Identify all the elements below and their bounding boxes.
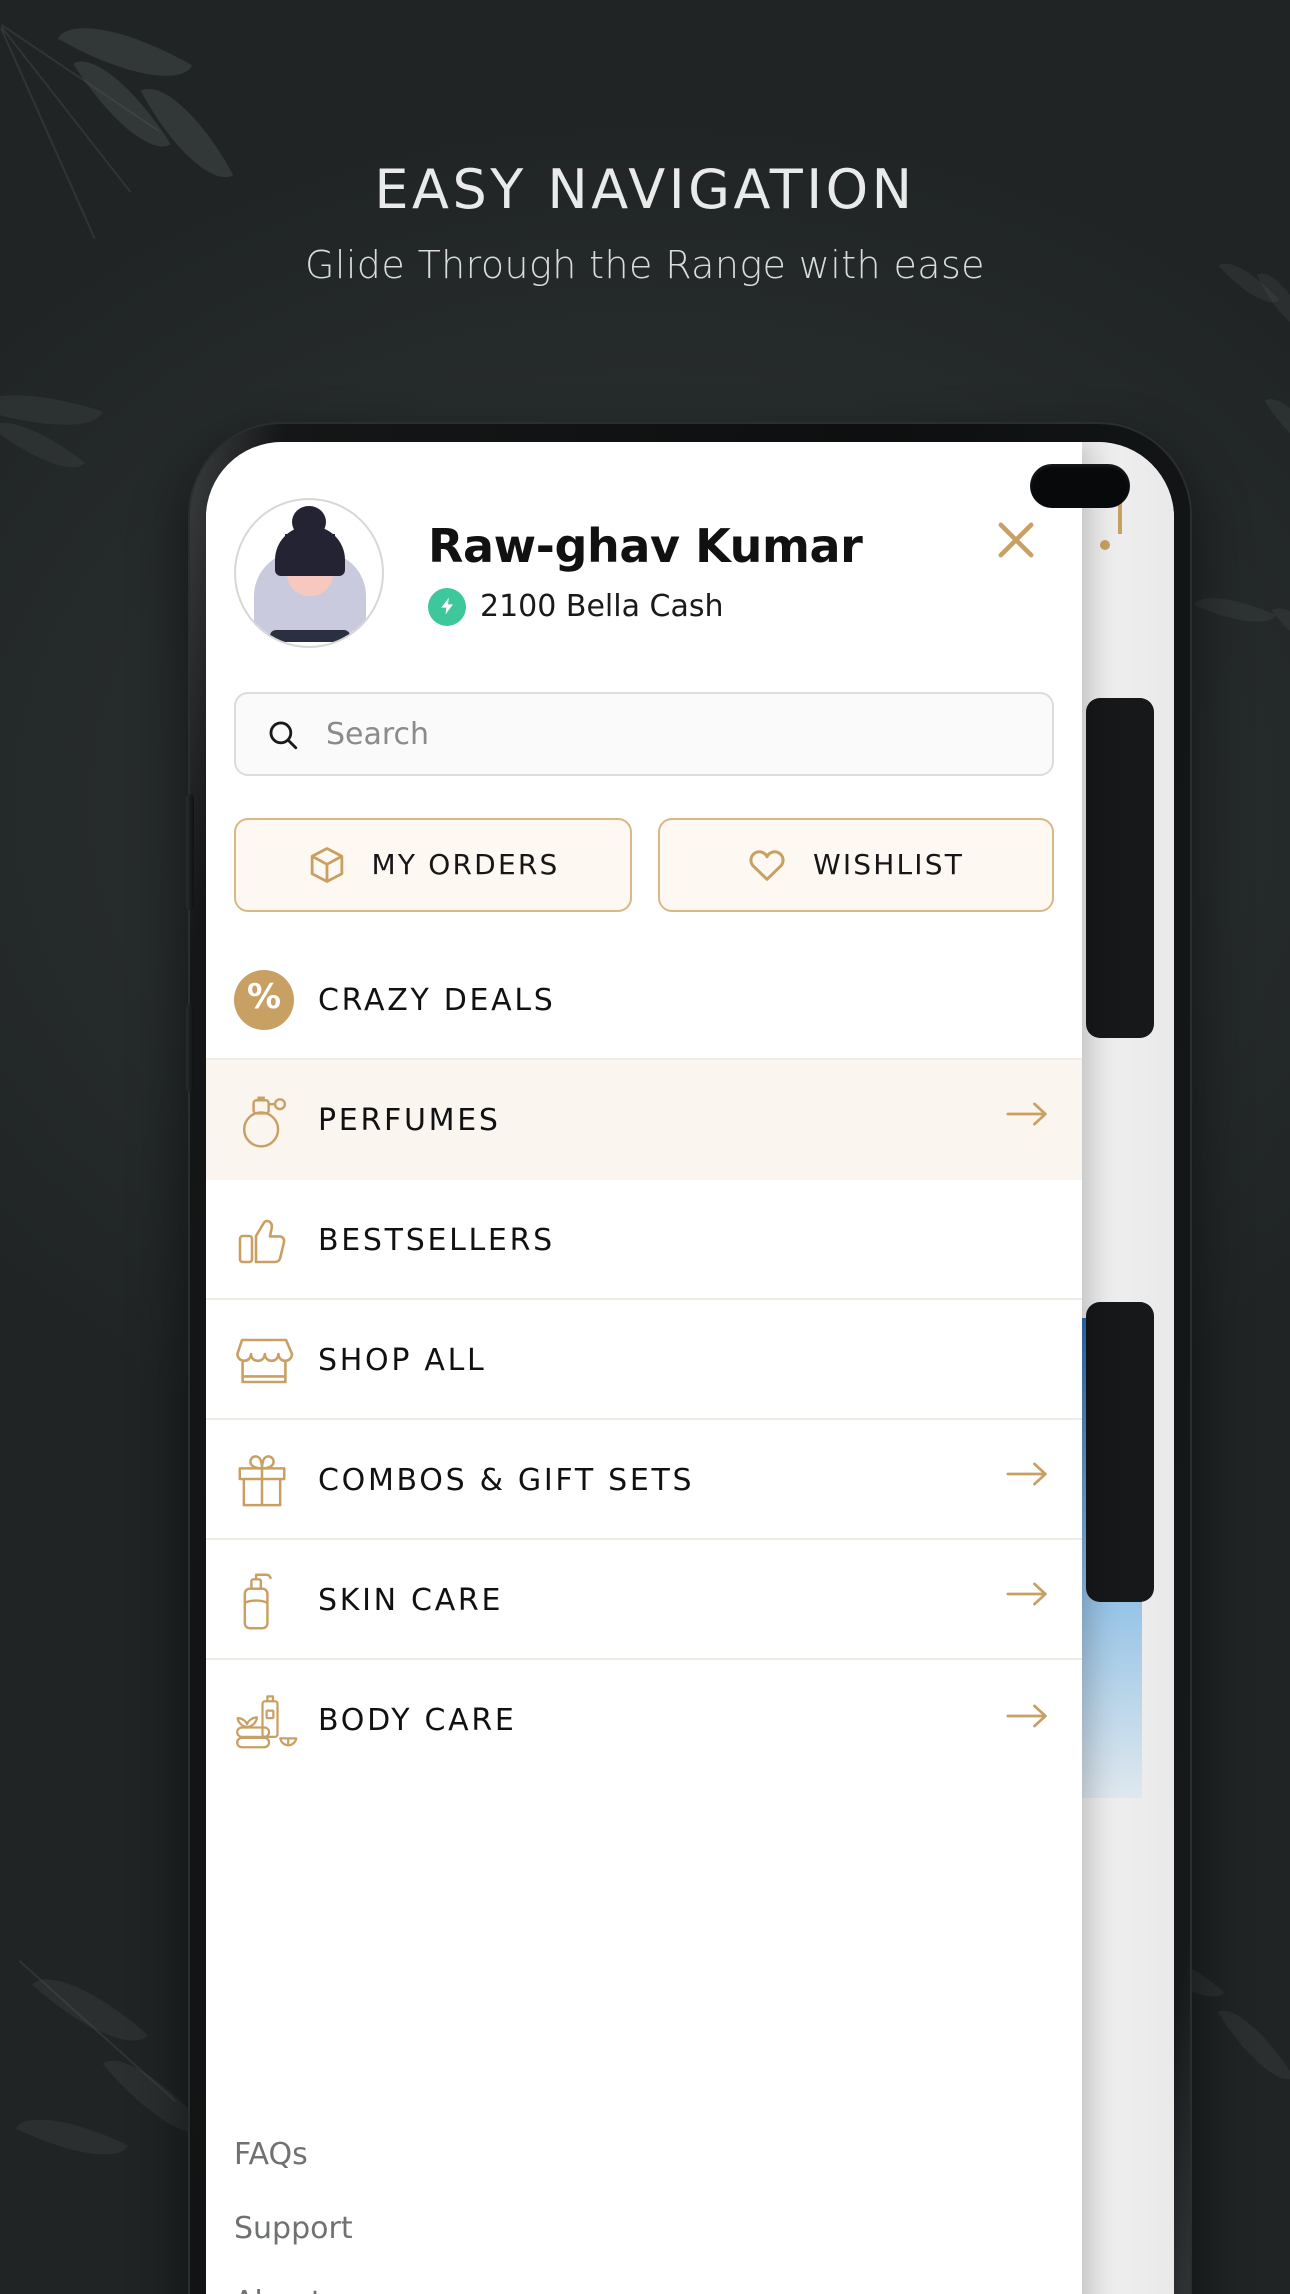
profile-name: Raw-ghav Kumar: [428, 521, 863, 573]
menu-item-shop-all[interactable]: SHOP ALL: [206, 1300, 1082, 1420]
menu-item-crazy-deals[interactable]: % CRAZY DEALS: [206, 940, 1082, 1060]
menu-item-label: SHOP ALL: [318, 1341, 487, 1377]
wishlist-button[interactable]: WISHLIST: [657, 818, 1054, 912]
menu-item-label: COMBOS & GIFT SETS: [318, 1461, 695, 1497]
search-input[interactable]: Search: [234, 692, 1054, 776]
phone-power-button[interactable]: [186, 1004, 194, 1092]
avatar[interactable]: [234, 498, 384, 648]
menu-item-skin-care[interactable]: SKIN CARE: [206, 1540, 1082, 1660]
menu-item-label: BODY CARE: [318, 1702, 517, 1738]
perfume-bottle-icon: [234, 1087, 318, 1151]
bella-cash-row: 2100 Bella Cash: [428, 587, 862, 625]
phone-screen: Raw-ghav Kumar 2100 Bella Cash Search MY…: [206, 442, 1174, 2294]
menu-item-label: CRAZY DEALS: [318, 981, 556, 1017]
my-orders-button[interactable]: MY ORDERS: [234, 818, 631, 912]
chevron-right-icon[interactable]: [1006, 1458, 1050, 1500]
thumbs-up-icon: [234, 1211, 318, 1267]
percent-badge-icon: %: [234, 969, 318, 1029]
menu-item-label: PERFUMES: [318, 1101, 501, 1137]
bella-cash-amount: 2100 Bella Cash: [480, 588, 724, 624]
quick-actions: MY ORDERS WISHLIST: [234, 818, 1054, 912]
lotion-bottle-icon: [234, 1567, 318, 1631]
profile-header[interactable]: Raw-ghav Kumar 2100 Bella Cash: [206, 442, 1082, 648]
drawer-footer: FAQs Support About us Terms of Use: [206, 2136, 1082, 2294]
menu-item-bestsellers[interactable]: BESTSELLERS: [206, 1180, 1082, 1300]
spa-towels-icon: [234, 1690, 318, 1750]
storefront-icon: [234, 1331, 318, 1387]
background-card: [1086, 698, 1154, 1038]
footer-link-faqs[interactable]: FAQs: [234, 2136, 1082, 2172]
chevron-right-icon[interactable]: [1006, 1098, 1050, 1140]
menu-item-label: BESTSELLERS: [318, 1221, 555, 1257]
footer-link-about-us[interactable]: About us: [234, 2284, 1082, 2294]
search-placeholder: Search: [326, 716, 430, 752]
menu-list: % CRAZY DEALS PERFUMES BESTSELLERS SHOP …: [206, 940, 1082, 1780]
front-camera-punch-hole: [1030, 464, 1130, 508]
background-card: [1086, 1302, 1154, 1602]
background-app-content: [1082, 442, 1174, 2294]
bolt-icon: [428, 587, 466, 625]
menu-item-combos-gift-sets[interactable]: COMBOS & GIFT SETS: [206, 1420, 1082, 1540]
heart-icon: [750, 850, 786, 881]
chevron-right-icon[interactable]: [1006, 1578, 1050, 1620]
navigation-drawer: Raw-ghav Kumar 2100 Bella Cash Search MY…: [206, 442, 1082, 2294]
footer-link-support[interactable]: Support: [234, 2210, 1082, 2246]
close-icon[interactable]: [990, 514, 1042, 566]
chevron-right-icon[interactable]: [1006, 1699, 1050, 1741]
gift-icon: [234, 1450, 318, 1508]
wishlist-label: WISHLIST: [812, 849, 965, 881]
menu-item-perfumes[interactable]: PERFUMES: [206, 1060, 1082, 1180]
page-title: EASY NAVIGATION: [374, 158, 916, 221]
phone-mockup: Raw-ghav Kumar 2100 Bella Cash Search MY…: [182, 424, 1198, 2294]
page-subtitle: Glide Through the Range with ease: [305, 243, 985, 287]
cart-badge-dot: [1100, 540, 1110, 550]
phone-volume-button[interactable]: [186, 794, 194, 910]
menu-item-body-care[interactable]: BODY CARE: [206, 1660, 1082, 1780]
promo-screenshot: EASY NAVIGATION Glide Through the Range …: [0, 0, 1290, 2294]
menu-item-label: SKIN CARE: [318, 1581, 504, 1617]
search-icon: [269, 720, 298, 749]
box-icon: [310, 847, 343, 883]
my-orders-label: MY ORDERS: [371, 849, 560, 881]
